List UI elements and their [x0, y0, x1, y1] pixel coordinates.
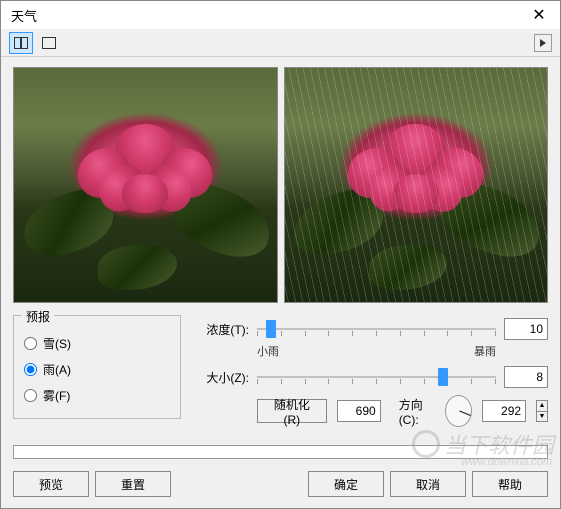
density-input[interactable]	[504, 318, 548, 340]
radio-snow[interactable]: 雪(S)	[24, 330, 170, 356]
density-slider[interactable]	[257, 318, 496, 340]
reset-button[interactable]: 重置	[95, 471, 171, 497]
weather-dialog: 天气 ✕	[0, 0, 561, 509]
misc-row: 随机化(R) 方向(C): ▲ ▼	[193, 395, 548, 427]
toolbar	[1, 29, 560, 57]
size-row: 大小(Z):	[193, 365, 548, 389]
size-input[interactable]	[504, 366, 548, 388]
size-thumb[interactable]	[438, 368, 448, 386]
rain-effect-overlay	[285, 68, 548, 302]
direction-label: 方向(C):	[399, 396, 435, 427]
split-view-button[interactable]	[9, 32, 33, 54]
radio-fog-input[interactable]	[24, 389, 37, 402]
size-slider[interactable]	[257, 366, 496, 388]
forecast-title: 预报	[22, 308, 54, 325]
titlebar: 天气 ✕	[1, 1, 560, 29]
controls-row: 预报 雪(S) 雨(A) 雾(F) 浓度(T):	[13, 315, 548, 427]
density-thumb[interactable]	[266, 320, 276, 338]
preview-original[interactable]	[13, 67, 278, 303]
direction-spinner: ▲ ▼	[536, 400, 548, 422]
preview-result[interactable]	[284, 67, 549, 303]
direction-input[interactable]	[482, 400, 526, 422]
progress-bar	[13, 445, 548, 459]
content-area: 预报 雪(S) 雨(A) 雾(F) 浓度(T):	[1, 57, 560, 433]
radio-snow-label: 雪(S)	[43, 335, 71, 352]
radio-rain[interactable]: 雨(A)	[24, 356, 170, 382]
dial-needle	[459, 411, 471, 416]
density-row: 浓度(T):	[193, 317, 548, 341]
direction-dial[interactable]	[445, 395, 472, 427]
window-title: 天气	[11, 6, 37, 25]
ok-button[interactable]: 确定	[308, 471, 384, 497]
randomize-button[interactable]: 随机化(R)	[257, 399, 327, 423]
density-sublabels: 小雨 暴雨	[193, 343, 548, 359]
bottom-button-row: 预览 重置 确定 取消 帮助	[1, 467, 560, 507]
size-label: 大小(Z):	[193, 369, 249, 386]
help-button[interactable]: 帮助	[472, 471, 548, 497]
radio-rain-label: 雨(A)	[43, 361, 71, 378]
direction-spin-up[interactable]: ▲	[537, 401, 547, 412]
radio-fog-label: 雾(F)	[43, 387, 70, 404]
radio-snow-input[interactable]	[24, 337, 37, 350]
density-label: 浓度(T):	[193, 321, 249, 338]
single-view-button[interactable]	[37, 32, 61, 54]
preview-row	[13, 67, 548, 303]
radio-rain-input[interactable]	[24, 363, 37, 376]
forecast-groupbox: 预报 雪(S) 雨(A) 雾(F)	[13, 315, 181, 419]
preview-button[interactable]: 预览	[13, 471, 89, 497]
direction-spin-down[interactable]: ▼	[537, 412, 547, 422]
cancel-button[interactable]: 取消	[390, 471, 466, 497]
randomize-input[interactable]	[337, 400, 381, 422]
density-max-label: 暴雨	[474, 343, 496, 359]
radio-fog[interactable]: 雾(F)	[24, 382, 170, 408]
density-min-label: 小雨	[257, 343, 279, 359]
play-button[interactable]	[534, 34, 552, 52]
sliders-panel: 浓度(T): 小雨 暴雨 大小(Z):	[193, 315, 548, 427]
close-button[interactable]: ✕	[524, 4, 554, 26]
